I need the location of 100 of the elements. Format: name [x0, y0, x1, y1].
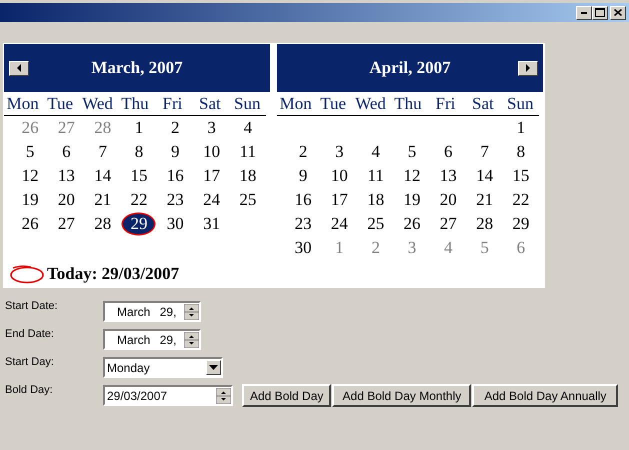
day-number[interactable]: 26: [396, 214, 428, 234]
dropdown-arrow-button[interactable]: [206, 360, 221, 375]
weekday-label: Sat: [198, 94, 222, 114]
day-number[interactable]: 14: [469, 166, 500, 186]
day-number[interactable]: 2: [292, 142, 314, 162]
day-number[interactable]: 9: [292, 166, 314, 186]
day-number[interactable]: 5: [400, 142, 424, 162]
weekday-label: Tue: [46, 94, 74, 114]
day-number[interactable]: 11: [360, 166, 391, 186]
day-number[interactable]: 25: [232, 190, 264, 210]
day-number[interactable]: 4: [437, 238, 460, 258]
day-number[interactable]: 3: [400, 238, 424, 258]
day-number[interactable]: 17: [324, 190, 355, 210]
dropdown[interactable]: Monday: [103, 357, 223, 378]
day-number[interactable]: 20: [50, 190, 82, 210]
day-number[interactable]: 28: [87, 118, 118, 138]
maximize-button[interactable]: [592, 6, 608, 20]
day-number[interactable]: 7: [473, 142, 496, 162]
day-number[interactable]: 16: [160, 166, 191, 186]
day-number[interactable]: 1: [510, 118, 532, 138]
day-number[interactable]: 29: [123, 214, 154, 234]
day-number[interactable]: 21: [87, 190, 118, 210]
minimize-button[interactable]: [576, 6, 592, 20]
close-button[interactable]: [610, 6, 626, 20]
date-picker[interactable]: March 29,: [103, 329, 201, 350]
weekday-label: Mon: [278, 94, 313, 114]
day-number[interactable]: 19: [396, 190, 428, 210]
day-number[interactable]: 23: [288, 214, 319, 234]
spin-buttons[interactable]: [184, 304, 199, 320]
add-bold-day-button[interactable]: Add Bold Day Monthly: [332, 384, 472, 407]
month-title: March, 2007: [91, 58, 183, 78]
day-number[interactable]: 27: [50, 214, 82, 234]
day-number[interactable]: 22: [505, 190, 536, 210]
day-number[interactable]: 23: [160, 190, 191, 210]
day-number[interactable]: 10: [324, 166, 355, 186]
day-number[interactable]: 24: [196, 190, 228, 210]
add-bold-day-button[interactable]: Add Bold Day: [242, 384, 332, 407]
day-number[interactable]: 3: [200, 118, 223, 138]
day-number[interactable]: 8: [510, 142, 532, 162]
day-number[interactable]: 20: [432, 190, 464, 210]
field-label: Start Day:: [5, 355, 55, 368]
day-number[interactable]: 15: [123, 166, 154, 186]
maximize-icon: [595, 8, 605, 17]
day-number[interactable]: 11: [232, 142, 264, 162]
day-number[interactable]: 13: [432, 166, 464, 186]
day-number[interactable]: 27: [432, 214, 464, 234]
next-month-button[interactable]: [518, 60, 538, 76]
month-title: April, 2007: [369, 58, 451, 78]
previous-month-button[interactable]: [9, 60, 29, 76]
day-number[interactable]: 16: [288, 190, 319, 210]
day-number[interactable]: 26: [14, 214, 46, 234]
day-number[interactable]: 30: [288, 238, 319, 258]
spin-buttons[interactable]: [216, 388, 231, 404]
day-number[interactable]: 3: [328, 142, 351, 162]
day-number[interactable]: 27: [50, 118, 82, 138]
day-number[interactable]: 31: [196, 214, 228, 234]
minimize-icon: [581, 12, 587, 14]
day-number[interactable]: 12: [14, 166, 46, 186]
day-number[interactable]: 28: [87, 214, 118, 234]
day-number[interactable]: 4: [236, 118, 260, 138]
day-number[interactable]: 17: [196, 166, 228, 186]
left-triangle-icon: [17, 64, 21, 72]
date-day: 29,: [160, 304, 184, 318]
day-number[interactable]: 18: [360, 190, 392, 210]
day-number[interactable]: 2: [364, 238, 387, 258]
day-number[interactable]: 30: [160, 214, 191, 234]
day-number[interactable]: 13: [50, 166, 82, 186]
day-number[interactable]: 28: [469, 214, 500, 234]
day-number[interactable]: 2: [164, 118, 187, 138]
day-number[interactable]: 5: [18, 142, 42, 162]
day-number[interactable]: 7: [91, 142, 114, 162]
day-number[interactable]: 15: [505, 166, 536, 186]
day-number[interactable]: 21: [469, 190, 500, 210]
day-number[interactable]: 12: [396, 166, 428, 186]
day-number[interactable]: 22: [123, 190, 154, 210]
date-picker[interactable]: March 29,: [103, 301, 201, 322]
weekday-label: Tue: [319, 94, 348, 114]
day-number[interactable]: 29: [505, 214, 536, 234]
day-number[interactable]: 9: [164, 142, 187, 162]
day-number[interactable]: 19: [14, 190, 46, 210]
day-number[interactable]: 14: [87, 166, 118, 186]
day-number[interactable]: 4: [364, 142, 387, 162]
close-icon: [614, 9, 622, 16]
day-number[interactable]: 6: [437, 142, 460, 162]
day-number[interactable]: 1: [128, 118, 150, 138]
day-number[interactable]: 10: [196, 142, 228, 162]
day-number[interactable]: 24: [324, 214, 355, 234]
day-number[interactable]: 1: [328, 238, 351, 258]
weekday-label: Mon: [6, 94, 40, 114]
day-number[interactable]: 26: [14, 118, 46, 138]
spin-buttons[interactable]: [184, 332, 199, 348]
today-link[interactable]: Today: 29/03/2007: [47, 264, 180, 284]
day-number[interactable]: 18: [232, 166, 264, 186]
day-number[interactable]: 5: [473, 238, 496, 258]
day-number[interactable]: 8: [128, 142, 150, 162]
date-field[interactable]: 29/03/2007: [103, 385, 233, 406]
add-bold-day-button[interactable]: Add Bold Day Annually: [472, 384, 618, 407]
day-number[interactable]: 6: [510, 238, 532, 258]
day-number[interactable]: 6: [55, 142, 78, 162]
day-number[interactable]: 25: [360, 214, 392, 234]
